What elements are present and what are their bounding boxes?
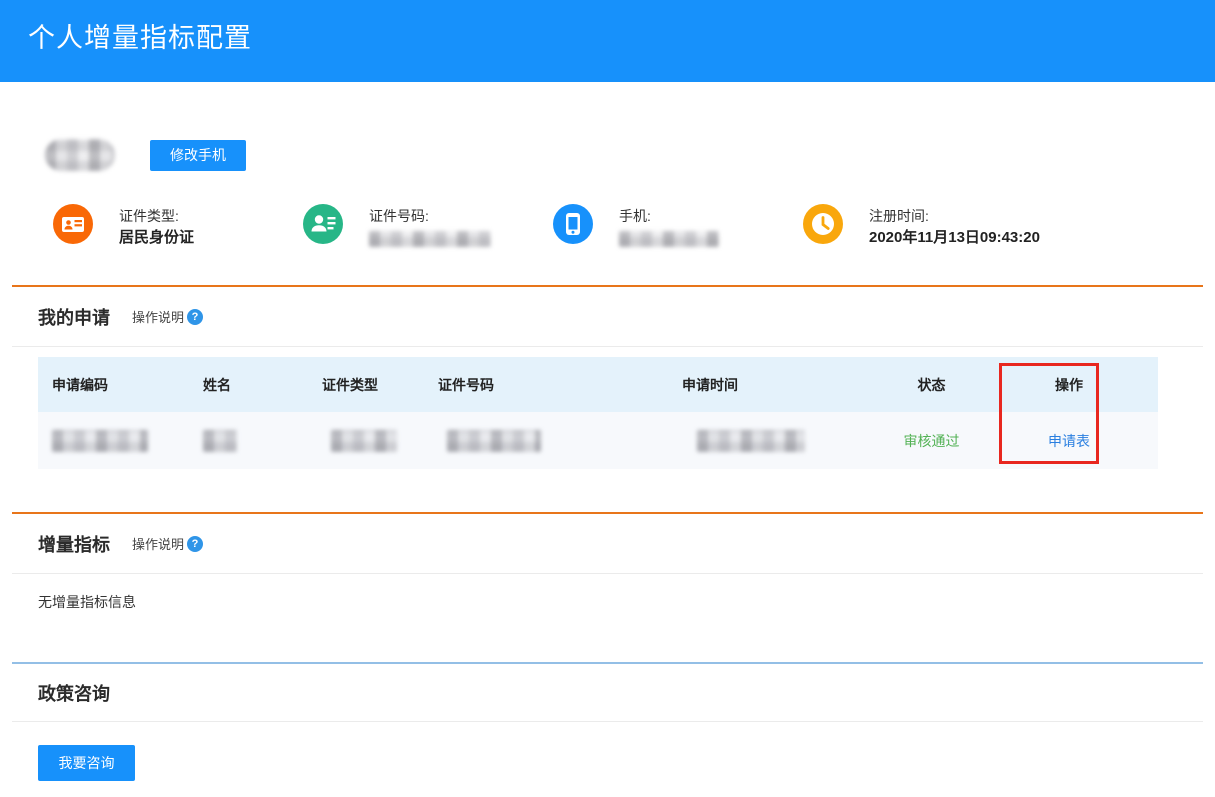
question-mark-icon[interactable]: ?: [187, 536, 203, 552]
id-number-icon: [303, 204, 343, 244]
redacted-cert-type: [331, 430, 397, 452]
section-increment-quota: 增量指标 操作说明 ? 无增量指标信息: [12, 512, 1203, 627]
my-applications-help[interactable]: 操作说明 ?: [132, 307, 203, 326]
phone-label: 手机:: [619, 206, 719, 226]
cell-apply-time: [682, 412, 883, 469]
info-item-cert-number: 证件号码:: [303, 200, 553, 249]
col-header-cert-number: 证件号码: [438, 357, 682, 412]
cell-apply-code: [38, 412, 203, 469]
policy-consult-header: 政策咨询: [12, 664, 1203, 722]
no-quota-message: 无增量指标信息: [38, 592, 1203, 608]
col-header-cert-type: 证件类型: [322, 357, 438, 412]
cert-number-label: 证件号码:: [369, 206, 491, 226]
col-header-status: 状态: [883, 357, 980, 412]
table-header-row: 申请编码 姓名 证件类型 证件号码 申请时间 状态 操作: [38, 357, 1158, 412]
cell-cert-type: [322, 412, 438, 469]
redacted-cert-number: [369, 231, 491, 247]
register-time-value: 2020年11月13日09:43:20: [869, 227, 1040, 249]
section-policy-consult: 政策咨询: [12, 662, 1203, 722]
info-item-phone: 手机:: [553, 200, 803, 249]
my-applications-header: 我的申请 操作说明 ?: [12, 287, 1203, 347]
section-my-applications: 我的申请 操作说明 ? 申请编码 姓名 证件类型 证件号码 申请时间 状态 操作…: [12, 285, 1203, 469]
help-label[interactable]: 操作说明: [132, 307, 184, 326]
redacted-phone: [619, 231, 719, 247]
col-header-action: 操作: [980, 357, 1158, 412]
status-badge: 审核通过: [883, 412, 980, 469]
user-summary-row: 修改手机: [45, 138, 1215, 172]
page-title: 个人增量指标配置: [28, 16, 1215, 55]
cell-cert-number: [438, 412, 682, 469]
increment-quota-header: 增量指标 操作说明 ?: [12, 514, 1203, 574]
redacted-apply-time: [697, 430, 805, 452]
help-label[interactable]: 操作说明: [132, 534, 184, 553]
redacted-username: [45, 139, 115, 171]
page-header-banner: 个人增量指标配置: [0, 0, 1215, 82]
id-card-icon: [53, 204, 93, 244]
user-info-row: 证件类型: 居民身份证 证件号码: 手机: 注册时间: 2020年11月13日0…: [0, 200, 1215, 249]
register-time-label: 注册时间:: [869, 206, 1040, 226]
table-row: 审核通过 申请表: [38, 412, 1158, 469]
increment-quota-title: 增量指标: [38, 531, 110, 557]
phone-icon: [553, 204, 593, 244]
increment-quota-help[interactable]: 操作说明 ?: [132, 534, 203, 553]
col-header-apply-time: 申请时间: [682, 357, 883, 412]
cell-action: 申请表: [980, 412, 1158, 469]
edit-phone-button[interactable]: 修改手机: [150, 140, 246, 171]
application-form-link[interactable]: 申请表: [1048, 431, 1090, 451]
cert-type-value: 居民身份证: [119, 227, 194, 249]
cert-type-label: 证件类型:: [119, 206, 194, 226]
consult-button[interactable]: 我要咨询: [38, 745, 135, 781]
redacted-cert-number-cell: [447, 430, 541, 452]
cell-name: [203, 412, 322, 469]
my-applications-title: 我的申请: [38, 304, 110, 330]
info-item-register-time: 注册时间: 2020年11月13日09:43:20: [803, 200, 1053, 249]
redacted-apply-code: [52, 430, 148, 452]
info-item-cert-type: 证件类型: 居民身份证: [53, 200, 303, 249]
question-mark-icon[interactable]: ?: [187, 309, 203, 325]
policy-consult-title: 政策咨询: [38, 680, 110, 706]
clock-icon: [803, 204, 843, 244]
redacted-name: [203, 430, 237, 452]
col-header-apply-code: 申请编码: [38, 357, 203, 412]
applications-table: 申请编码 姓名 证件类型 证件号码 申请时间 状态 操作 审核通过 申请表: [38, 357, 1158, 469]
col-header-name: 姓名: [203, 357, 322, 412]
